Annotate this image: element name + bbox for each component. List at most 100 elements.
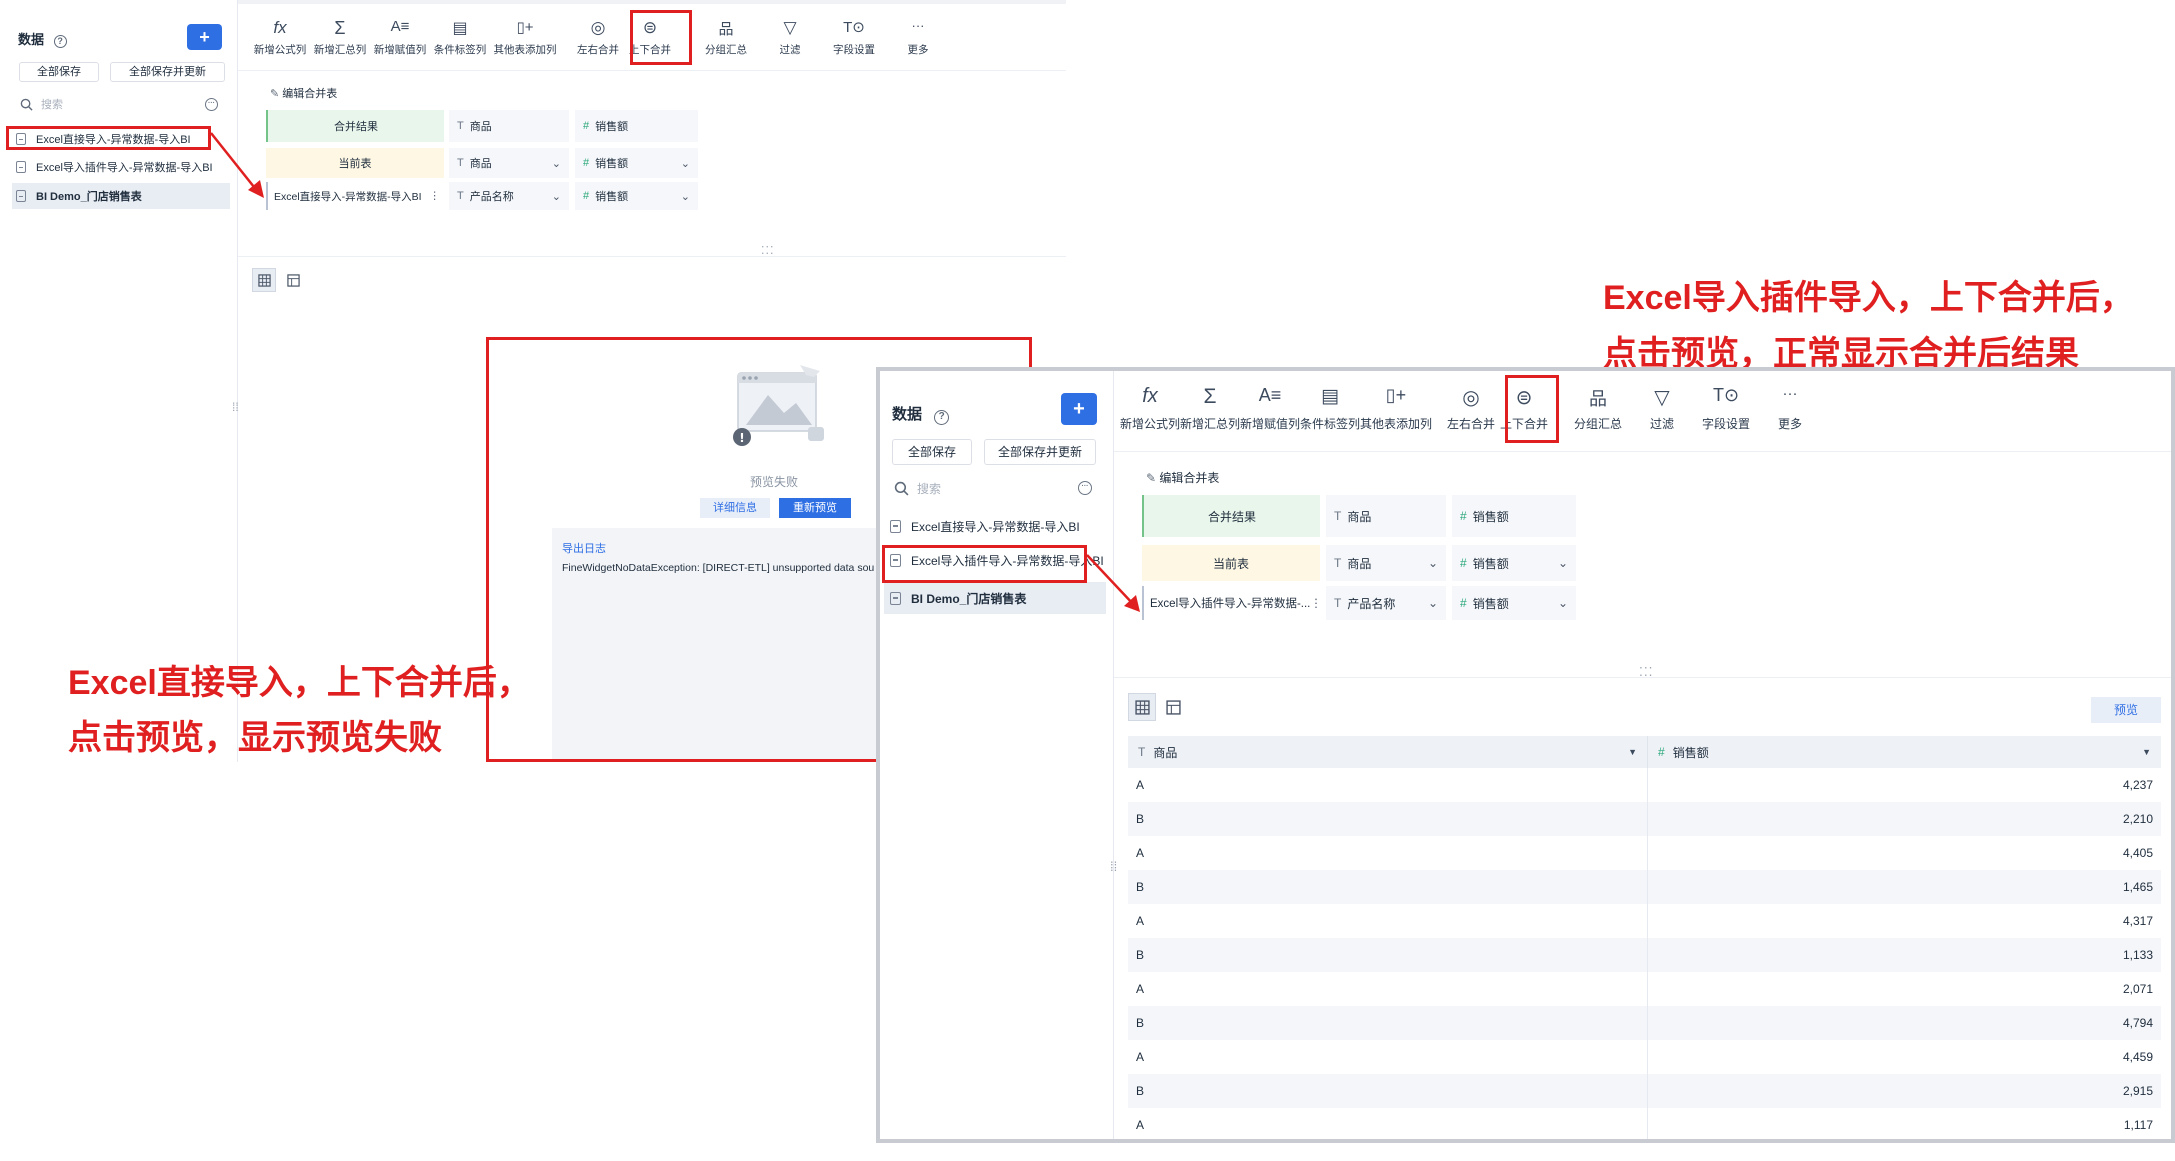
preview-button[interactable]: 预览 xyxy=(2091,697,2161,723)
text-type-icon: T xyxy=(1334,556,1342,570)
table-header-sales[interactable]: # 销售额 ▼ xyxy=(1648,736,2161,768)
file-icon xyxy=(16,190,26,202)
grid-view-button[interactable] xyxy=(252,268,276,292)
field-name: 商品 xyxy=(469,121,492,133)
search-box[interactable]: 搜索 xyxy=(20,96,170,112)
list-item[interactable]: Excel导入插件导入-异常数据-导入BI xyxy=(884,548,1106,572)
sidebar-resize-handle[interactable]: ⁞⁞ xyxy=(232,400,239,414)
save-all-update-button[interactable]: 全部保存并更新 xyxy=(984,439,1096,465)
current-field-sales-select[interactable]: # 销售额 ⌄ xyxy=(575,148,698,178)
help-icon[interactable]: ? xyxy=(53,35,67,48)
add-assign-column-button[interactable]: A≡ 新增赋值列 xyxy=(370,18,430,57)
grid-view-button[interactable] xyxy=(1128,693,1156,721)
left-right-merge-button[interactable]: ◎ 左右合并 xyxy=(574,18,622,57)
field-settings-button[interactable]: T⊙ 字段设置 xyxy=(822,18,886,57)
right-screenshot: 数据 ? + 全部保存 全部保存并更新 搜索 ··· Excel直接导入-异常数… xyxy=(876,367,2175,1143)
more-icon: ··· xyxy=(911,18,925,33)
up-down-merge-button[interactable]: ⊜ 上下合并 xyxy=(622,18,678,57)
current-field-sales-select[interactable]: # 销售额 ⌄ xyxy=(1452,545,1576,581)
sort-dropdown-icon[interactable]: ▼ xyxy=(2142,747,2151,757)
field-settings-icon: T⊙ xyxy=(1712,385,1740,405)
list-item[interactable]: Excel导入插件导入-异常数据-导入BI xyxy=(12,157,230,177)
kebab-icon[interactable]: ⋮ xyxy=(430,190,441,202)
search-box[interactable]: 搜索 xyxy=(894,479,1044,497)
tool-label: 过滤 xyxy=(779,44,801,56)
list-item-label: Excel直接导入-异常数据-导入BI xyxy=(911,519,1080,534)
list-item[interactable]: BI Demo_门店销售表 xyxy=(884,582,1106,614)
add-button[interactable]: + xyxy=(187,24,222,50)
edit-merge-table-label[interactable]: ✎ 编辑合并表 xyxy=(1146,469,1219,486)
merge-result-label: 合并结果 xyxy=(1142,495,1320,537)
panel-resize-handle[interactable]: ⁚⁚⁚ xyxy=(761,244,775,257)
tool-label: 更多 xyxy=(1777,417,1802,431)
search-input[interactable]: 搜索 xyxy=(917,480,941,497)
save-all-update-button[interactable]: 全部保存并更新 xyxy=(110,62,225,82)
condition-tag-column-button[interactable]: ▤ 条件标签列 xyxy=(1300,385,1360,432)
search-input[interactable]: 搜索 xyxy=(41,96,63,112)
field-settings-button[interactable]: T⊙ 字段设置 xyxy=(1694,385,1758,432)
filter-button[interactable]: ▽ 过滤 xyxy=(758,18,822,57)
file-icon xyxy=(890,591,901,605)
other-field-sales-select[interactable]: # 销售额 ⌄ xyxy=(1452,586,1576,620)
table-header-product[interactable]: T 商品 ▼ xyxy=(1128,736,1648,768)
filter-button[interactable]: ▽ 过滤 xyxy=(1630,385,1694,432)
other-field-product-select[interactable]: T 产品名称 ⌄ xyxy=(449,182,569,210)
left-annotation-line1: Excel直接导入，上下合并后， xyxy=(68,664,531,702)
text-type-icon: T xyxy=(1138,745,1146,759)
left-right-merge-button[interactable]: ◎ 左右合并 xyxy=(1446,385,1496,432)
assign-icon: A≡ xyxy=(1258,385,1282,405)
edit-merge-table-label[interactable]: ✎ 编辑合并表 xyxy=(270,85,337,101)
tool-label: 其他表添加列 xyxy=(1360,417,1433,431)
list-item[interactable]: Excel直接导入-异常数据-导入BI xyxy=(12,129,230,149)
save-all-button[interactable]: 全部保存 xyxy=(892,439,972,465)
result-field-product: T 商品 xyxy=(449,110,569,142)
table-cell-product: A xyxy=(1128,904,1648,938)
other-table-label[interactable]: Excel导入插件导入-异常数据-... ⋮ xyxy=(1142,586,1322,620)
save-all-button[interactable]: 全部保存 xyxy=(19,62,99,82)
more-button[interactable]: ··· 更多 xyxy=(886,18,950,57)
sidebar-resize-handle[interactable]: ⁞⁞ xyxy=(1110,859,1117,874)
add-summary-column-button[interactable]: Σ 新增汇总列 xyxy=(1180,385,1240,432)
other-table-label[interactable]: Excel直接导入-异常数据-导入BI ⋮ xyxy=(266,182,444,210)
right-annotation-line1: Excel导入插件导入，上下合并后， xyxy=(1603,279,2134,317)
group-summary-button[interactable]: 品分组汇总 xyxy=(1566,385,1630,432)
current-field-product-select[interactable]: T 商品 ⌄ xyxy=(1326,545,1446,581)
help-icon[interactable]: ? xyxy=(934,410,950,425)
pivot-view-button[interactable] xyxy=(281,268,305,292)
retry-preview-button[interactable]: 重新预览 xyxy=(779,498,851,518)
pivot-view-button[interactable] xyxy=(1159,693,1187,721)
text-type-icon: T xyxy=(457,120,464,132)
add-column-from-other-table-button[interactable]: ▯+ 其他表添加列 xyxy=(1360,385,1432,432)
other-field-sales-select[interactable]: # 销售额 ⌄ xyxy=(575,182,698,210)
up-down-merge-button[interactable]: ⊜ 上下合并 xyxy=(1496,385,1552,432)
table-cell-product: B xyxy=(1128,870,1648,904)
condition-tag-column-button[interactable]: ▤ 条件标签列 xyxy=(430,18,490,57)
detail-info-button[interactable]: 详细信息 xyxy=(700,498,770,518)
field-name: 销售额 xyxy=(1472,509,1509,524)
panel-resize-handle[interactable]: ⁚⁚⁚ xyxy=(1639,665,1653,679)
list-item[interactable]: BI Demo_门店销售表 xyxy=(12,183,230,209)
add-button[interactable]: + xyxy=(1061,393,1097,425)
sidebar-more-icon[interactable]: ··· xyxy=(205,98,218,111)
search-icon xyxy=(20,98,33,111)
other-field-product-select[interactable]: T 产品名称 ⌄ xyxy=(1326,586,1446,620)
sort-dropdown-icon[interactable]: ▼ xyxy=(1628,747,1637,757)
add-formula-column-button[interactable]: fx 新增公式列 xyxy=(250,18,310,57)
add-column-from-other-table-button[interactable]: ▯+ 其他表添加列 xyxy=(490,18,560,57)
more-button[interactable]: ··· 更多 xyxy=(1758,385,1822,432)
sidebar-more-icon[interactable]: ··· xyxy=(1078,481,1092,495)
add-assign-column-button[interactable]: A≡ 新增赋值列 xyxy=(1240,385,1300,432)
add-summary-column-button[interactable]: Σ 新增汇总列 xyxy=(310,18,370,57)
kebab-icon[interactable]: ⋮ xyxy=(1310,596,1322,610)
search-icon xyxy=(894,481,909,495)
join-icon: ◎ xyxy=(1462,387,1480,409)
pivot-view-icon xyxy=(1165,699,1181,715)
group-summary-button[interactable]: 品分组汇总 xyxy=(694,18,758,57)
list-item[interactable]: Excel直接导入-异常数据-导入BI xyxy=(884,514,1106,538)
toolbar: fx 新增公式列 Σ 新增汇总列 A≡ 新增赋值列 ▤ 条件标签列 ▯+ 其他表添加列 ◎… xyxy=(250,18,950,57)
chevron-down-icon: ⌄ xyxy=(1427,596,1438,610)
tool-label: 条件标签列 xyxy=(1300,417,1361,431)
add-formula-column-button[interactable]: fx 新增公式列 xyxy=(1120,385,1180,432)
log-text: FineWidgetNoDataException: [DIRECT-ETL] … xyxy=(562,562,875,574)
current-field-product-select[interactable]: T 商品 ⌄ xyxy=(449,148,569,178)
